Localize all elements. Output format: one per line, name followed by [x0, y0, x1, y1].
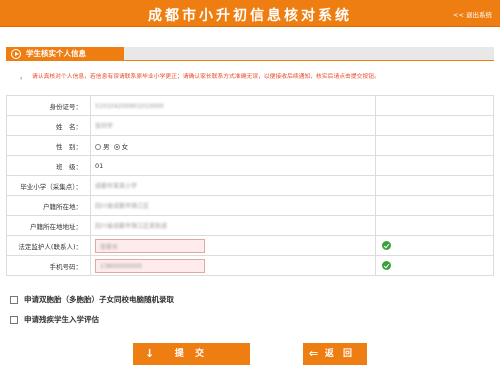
- table-row: 法定监护人(联系人)： 张家长: [6, 235, 494, 256]
- disability-checkbox[interactable]: [10, 316, 18, 324]
- notice-text: 请认真核对个人信息，若信息有误请联系原毕业小学更正；请确认家长联系方式准确无误，…: [32, 74, 380, 80]
- name-value: 张同学: [95, 123, 114, 130]
- play-icon: [11, 49, 21, 59]
- household-address-value: 四川省成都市锦江区某街道: [95, 223, 168, 230]
- household-address-label: 户籍所在地地址：: [6, 215, 91, 236]
- table-row: 班 级： 01: [6, 155, 494, 176]
- twins-checkbox[interactable]: [10, 296, 18, 304]
- phone-label: 手机号码：: [6, 255, 91, 276]
- primary-school-label: 毕业小学（采集点）：: [6, 175, 91, 196]
- table-row: 户籍所在地： 四川省成都市锦江区: [6, 195, 494, 216]
- arrow-left-icon: ⇐: [309, 347, 319, 360]
- phone-input[interactable]: 13800000000: [95, 258, 205, 273]
- household-location-label: 户籍所在地：: [6, 195, 91, 216]
- male-radio[interactable]: [95, 143, 101, 150]
- section-title: 学生核实个人信息: [26, 49, 86, 58]
- table-row: 手机号码： 13800000000: [6, 255, 494, 276]
- disability-option[interactable]: 申请残疾学生入学评估: [10, 314, 99, 325]
- household-location-value: 四川省成都市锦江区: [95, 203, 150, 210]
- class-value: 01: [90, 155, 376, 176]
- female-radio[interactable]: [113, 143, 120, 150]
- gender-label: 性 别：: [6, 135, 91, 156]
- guardian-input[interactable]: 张家长: [95, 238, 205, 253]
- primary-school-value: 成都市某某小学: [95, 183, 138, 190]
- submit-label: 提 交: [174, 349, 209, 359]
- table-row: 姓 名： 张同学: [6, 115, 494, 136]
- app-title: 成都市小升初信息核对系统: [148, 8, 352, 24]
- back-button[interactable]: ⇐ 返 回: [303, 343, 367, 365]
- id-number-label: 身份证号：: [6, 95, 91, 116]
- table-row: 毕业小学（采集点）： 成都市某某小学: [6, 175, 494, 196]
- name-label: 姓 名：: [6, 115, 91, 136]
- disability-label: 申请残疾学生入学评估: [24, 315, 99, 324]
- check-circle-icon: [382, 261, 391, 270]
- arrow-down-icon: ↓: [145, 347, 155, 360]
- table-row: 性 别： 男 女: [6, 135, 494, 156]
- table-row: 户籍所在地地址： 四川省成都市锦江区某街道: [6, 215, 494, 236]
- twins-label: 申请双胞胎（多胞胎）子女同校电脑随机录取: [24, 295, 174, 304]
- female-label: 女: [121, 142, 129, 151]
- section-tab: 学生核实个人信息: [6, 47, 124, 61]
- back-label: 返 回: [324, 349, 356, 359]
- check-circle-icon: [382, 241, 391, 250]
- class-label: 班 级：: [6, 155, 91, 176]
- twins-option[interactable]: 申请双胞胎（多胞胎）子女同校电脑随机录取: [10, 294, 174, 305]
- table-row: 身份证号： 510104200901010000: [6, 95, 494, 116]
- guardian-label: 法定监护人(联系人)：: [6, 235, 91, 256]
- male-label: 男: [103, 142, 110, 151]
- chevron-left-icon: ‹: [20, 75, 23, 82]
- info-table: 身份证号： 510104200901010000 姓 名： 张同学 性 别： 男…: [6, 95, 494, 276]
- app-header: 成都市小升初信息核对系统 << 退出系统: [0, 0, 500, 27]
- exit-link[interactable]: << 退出系统: [453, 9, 492, 19]
- section-header: 学生核实个人信息: [6, 47, 494, 61]
- submit-button[interactable]: ↓ 提 交: [133, 343, 250, 365]
- id-number-value: 510104200901010000: [95, 102, 164, 110]
